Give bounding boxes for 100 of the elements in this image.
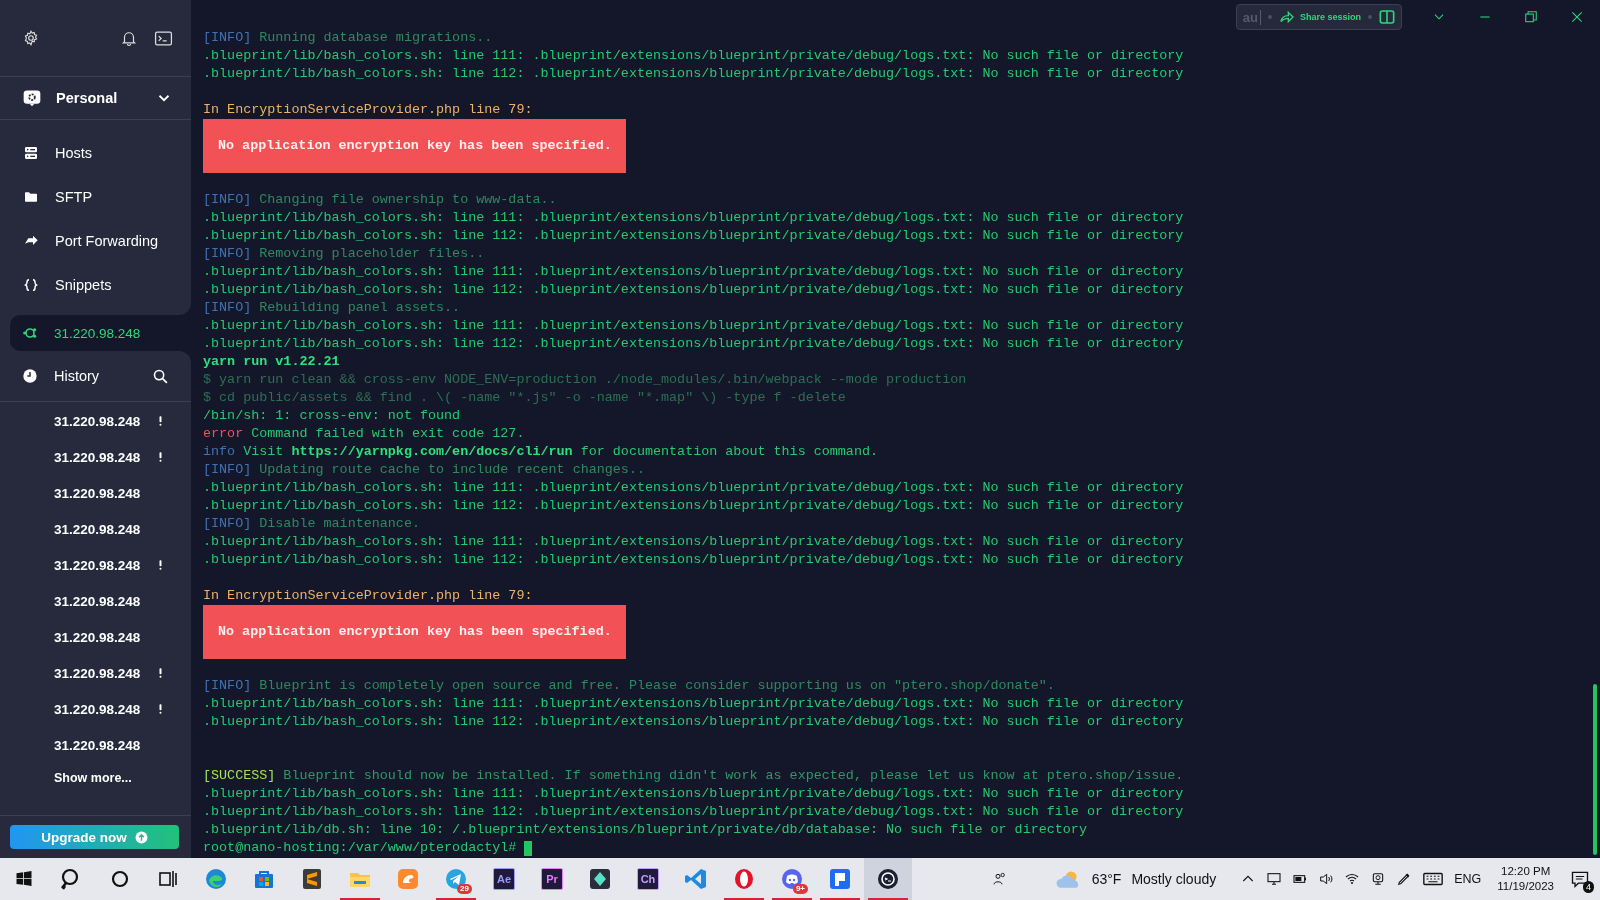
history-item[interactable]: 31.220.98.248 <box>0 655 191 691</box>
split-view-icon[interactable] <box>1379 9 1395 25</box>
folder-icon <box>23 189 39 205</box>
terminal-app-icon <box>876 867 900 891</box>
history-item[interactable]: 31.220.98.248 <box>0 439 191 475</box>
history-item[interactable]: 31.220.98.248 <box>0 691 191 727</box>
wifi-icon[interactable] <box>1344 871 1361 887</box>
terminal-line: $ yarn run clean && cross-env NODE_ENV=production ./node_modules/.bin/webpack --mode production <box>203 371 967 389</box>
terminal-line: .blueprint/lib/bash_colors.sh: line 112: .blueprint/extensions/blueprint/private/debug/logs.txt: No such file or directory <box>203 713 1184 731</box>
taskbar-button[interactable] <box>864 858 912 900</box>
terminal-line: [INFO] Blueprint is completely open source and free. Please consider supporting us on "ptero.shop/donate". <box>203 677 1055 695</box>
taskbar-button[interactable]: 29 <box>432 858 480 900</box>
notification-icon[interactable] <box>1570 869 1590 889</box>
square-app-icon <box>828 867 852 891</box>
terminal-line: [INFO] Updating route cache to include recent changes.. <box>203 461 645 479</box>
history-item[interactable]: 31.220.98.248 <box>0 511 191 547</box>
terminal-line: .blueprint/lib/bash_colors.sh: line 112: .blueprint/extensions/blueprint/private/debug/logs.txt: No such file or directory <box>203 65 1184 83</box>
nav-item[interactable]: Port Forwarding <box>0 219 191 263</box>
error-banner: No application encryption key has been specified. <box>203 119 626 173</box>
terminal-line: [INFO] Removing placeholder files.. <box>203 245 485 263</box>
nav-item[interactable]: SFTP <box>0 175 191 219</box>
code-editor-icon <box>684 867 708 891</box>
search-icon[interactable] <box>152 367 169 385</box>
weather-condition[interactable]: Mostly cloudy <box>1131 871 1217 887</box>
terminal-line: .blueprint/lib/bash_colors.sh: line 111: .blueprint/extensions/blueprint/private/debug/logs.txt: No such file or directory <box>203 209 1184 227</box>
braces-icon <box>23 277 39 293</box>
restore-icon[interactable] <box>1524 10 1538 24</box>
weather-temperature[interactable]: 63°F <box>1091 871 1122 887</box>
terminal-line: [INFO] Rebuilding panel assets.. <box>203 299 461 317</box>
app-tile: Ae <box>493 868 515 890</box>
session-tab[interactable]: 31.220.98.248 <box>10 315 191 351</box>
terminal-line: .blueprint/lib/bash_colors.sh: line 111: .blueprint/extensions/blueprint/private/debug/logs.txt: No such file or directory <box>203 263 1184 281</box>
history-item[interactable]: 31.220.98.248 <box>0 619 191 655</box>
bell-icon[interactable] <box>120 29 138 47</box>
windows-logo-icon <box>14 869 34 889</box>
diamond-app-icon <box>588 867 612 891</box>
terminal-line: .blueprint/lib/bash_colors.sh: line 111: .blueprint/extensions/blueprint/private/debug/logs.txt: No such file or directory <box>203 317 1184 335</box>
terminal-line: .blueprint/lib/bash_colors.sh: line 112: .blueprint/extensions/blueprint/private/debug/logs.txt: No such file or directory <box>203 227 1184 245</box>
terminal-line: .blueprint/lib/bash_colors.sh: line 112: .blueprint/extensions/blueprint/private/debug/logs.txt: No such file or directory <box>203 497 1184 515</box>
show-more-link[interactable]: Show more... <box>0 763 191 795</box>
terminal-line: [INFO] Running database migrations.. <box>203 29 493 47</box>
terminal-line: error Command failed with exit code 127. <box>203 425 525 443</box>
terminal-line: .blueprint/lib/bash_colors.sh: line 111: .blueprint/extensions/blueprint/private/debug/logs.txt: No such file or directory <box>203 47 1184 65</box>
taskbar-button[interactable]: Ae <box>480 858 528 900</box>
clock-date[interactable]: 11/19/2023 <box>1497 879 1554 894</box>
arrow-up-circle-icon <box>134 830 148 844</box>
history-item[interactable]: 31.220.98.248 <box>0 403 191 439</box>
history-item[interactable]: 31.220.98.248 <box>0 475 191 511</box>
terminal-line: In EncryptionServiceProvider.php line 79: <box>203 101 533 119</box>
error-banner: No application encryption key has been specified. <box>203 605 626 659</box>
terminal-line: .blueprint/lib/bash_colors.sh: line 111: .blueprint/extensions/blueprint/private/debug/logs.txt: No such file or directory <box>203 533 1184 551</box>
prompt-line: root@nano-hosting:/var/www/pterodactyl# <box>203 839 518 857</box>
terminal-line: .blueprint/lib/bash_colors.sh: line 112: .blueprint/extensions/blueprint/private/debug/logs.txt: No such file or directory <box>203 551 1184 569</box>
terminal-line: $ cd public/assets && find . \( -name "*.js" -o -name "*.map" \) -type f -delete <box>203 389 846 407</box>
ring-browser-icon <box>732 867 756 891</box>
terminal-line: .blueprint/lib/bash_colors.sh: line 112: .blueprint/extensions/blueprint/private/debug/logs.txt: No such file or directory <box>203 803 1184 821</box>
taskbar-button[interactable]: Pr <box>528 858 576 900</box>
terminal-line: .blueprint/lib/bash_colors.sh: line 111: .blueprint/extensions/blueprint/private/debug/logs.txt: No such file or directory <box>203 479 1184 497</box>
clock-time[interactable]: 12:20 PM <box>1501 864 1551 879</box>
count-badge: 4 <box>1583 881 1594 893</box>
terminal-line: /bin/sh: 1: cross-env: not found <box>203 407 461 425</box>
terminal-line: .blueprint/lib/bash_colors.sh: line 111: .blueprint/extensions/blueprint/private/debug/logs.txt: No such file or directory <box>203 785 1184 803</box>
settings-icon[interactable] <box>22 29 40 47</box>
count-badge: 9+ <box>792 884 808 894</box>
history-item[interactable]: 31.220.98.248 <box>0 727 191 763</box>
terminal-line: [INFO] Disable maintenance. <box>203 515 420 533</box>
history-item[interactable]: 31.220.98.248 <box>0 547 191 583</box>
share-arrow-icon <box>1278 9 1295 25</box>
sublime-icon <box>300 867 324 891</box>
terminal-line: In EncryptionServiceProvider.php line 79: <box>203 587 533 605</box>
taskbar-button[interactable]: Ch <box>624 858 672 900</box>
terminal-line: info Visit https://yarnpkg.com/en/docs/cli/run for documentation about this command. <box>203 443 878 461</box>
nav-item[interactable]: Snippets <box>0 263 191 307</box>
history-heading: History <box>54 368 101 384</box>
terminal-line: [SUCCESS] Blueprint should now be installed. If something didn't work as expected, please let us know at ptero.shop/issue. <box>203 767 1184 785</box>
paper-plane-icon <box>444 867 468 891</box>
app-tile: Ch <box>637 868 659 890</box>
workspace-icon <box>22 88 42 108</box>
text-cursor <box>524 841 533 856</box>
nav-item[interactable]: Hosts <box>0 131 191 175</box>
terminal-line: .blueprint/lib/bash_colors.sh: line 111: .blueprint/extensions/blueprint/private/debug/logs.txt: No such file or directory <box>203 695 1184 713</box>
terminal-line: [INFO] Changing file ownership to www-data.. <box>203 191 557 209</box>
app-tile: Pr <box>541 868 563 890</box>
terminal-line: .blueprint/lib/bash_colors.sh: line 112: .blueprint/extensions/blueprint/private/debug/logs.txt: No such file or directory <box>203 281 1184 299</box>
language-indicator[interactable]: ENG <box>1454 872 1482 886</box>
terminal-line: .blueprint/lib/bash_colors.sh: line 112: .blueprint/extensions/blueprint/private/debug/logs.txt: No such file or directory <box>203 335 1184 353</box>
workspace-name[interactable]: Personal <box>56 90 141 106</box>
history-item[interactable]: 31.220.98.248 <box>0 583 191 619</box>
wave-browser-icon <box>204 867 228 891</box>
scrollbar-thumb[interactable] <box>1593 684 1597 855</box>
game-controller-icon <box>780 867 804 891</box>
taskbar-button[interactable]: 9+ <box>768 858 816 900</box>
server-icon <box>23 145 39 161</box>
monitor-icon[interactable] <box>1266 871 1283 887</box>
share-session-button[interactable]: Share session <box>1278 9 1361 25</box>
speaker-icon[interactable] <box>1318 871 1335 887</box>
ubuntu-logo-icon <box>22 325 38 341</box>
people-icon[interactable] <box>991 871 1008 887</box>
count-badge: 29 <box>457 884 472 894</box>
close-icon[interactable] <box>1570 10 1584 24</box>
